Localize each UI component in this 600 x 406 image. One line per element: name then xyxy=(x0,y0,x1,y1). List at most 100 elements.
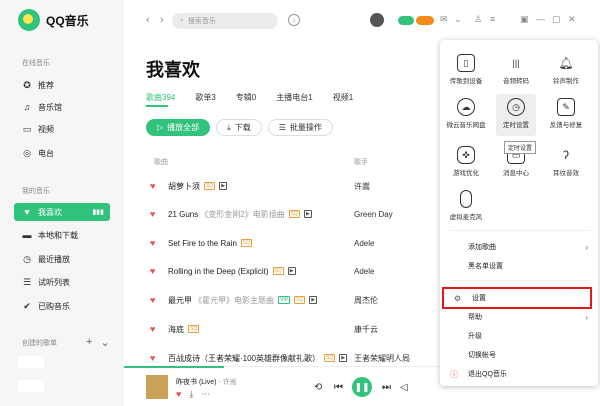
listen-recognize-icon[interactable]: ↓ xyxy=(288,14,300,26)
menu-item-feedback[interactable]: ✎ 反馈与修复 xyxy=(546,98,586,129)
pause-button[interactable]: ❚❚ xyxy=(352,377,372,397)
forward-arrow-icon[interactable]: › xyxy=(160,14,164,26)
song-artist[interactable]: 许嵩 xyxy=(354,181,370,192)
song-artist[interactable]: Green Day xyxy=(354,210,393,219)
heart-icon[interactable]: ♥ xyxy=(176,389,181,400)
minimize-icon[interactable]: — xyxy=(536,14,545,24)
song-artist[interactable]: Adele xyxy=(354,267,374,276)
song-artist[interactable]: Adele xyxy=(354,239,374,248)
maximize-icon[interactable]: ▢ xyxy=(552,14,561,25)
menu-item-exit[interactable]: ⓘ 退出QQ音乐 xyxy=(440,365,598,383)
menu-item-ringtone[interactable]: 🔔︎ 铃声制作 xyxy=(546,54,586,85)
tab-songs[interactable]: 歌曲394 xyxy=(146,92,175,103)
sidebar-item-purchased[interactable]: ✔ 已购音乐 xyxy=(14,297,110,315)
menu-item-upgrade[interactable]: 升级 xyxy=(440,327,598,345)
now-playing-artist[interactable]: 许嵩 xyxy=(223,379,237,386)
sidebar-item-trial-list[interactable]: ☰ 试听列表 xyxy=(14,273,110,291)
heart-icon[interactable]: ♥ xyxy=(150,209,160,219)
sidebar-item-liked[interactable]: ♥ 我喜欢 ▮▮▮ xyxy=(14,203,110,221)
sidebar-item-label: 我喜欢 xyxy=(38,207,62,217)
grid-item-label: 音频转码 xyxy=(503,78,529,85)
avatar[interactable] xyxy=(370,13,384,27)
playlist-placeholder[interactable] xyxy=(18,380,44,392)
next-icon[interactable]: ⏭ xyxy=(382,382,391,393)
svip-badge[interactable] xyxy=(416,16,434,25)
previous-icon[interactable]: ⏮ xyxy=(334,382,343,393)
menu-item-ear-sound[interactable]: ʔ 耳纹音效 xyxy=(546,146,586,177)
menu-divider xyxy=(450,230,590,231)
close-icon[interactable]: ✕ xyxy=(568,14,576,25)
heart-icon[interactable]: ♥ xyxy=(150,324,160,334)
mini-mode-icon[interactable]: ▣ xyxy=(520,14,529,25)
menu-item-help[interactable]: 帮助 › xyxy=(440,308,598,326)
volume-icon[interactable]: ◁ xyxy=(400,382,408,393)
add-playlist-icon[interactable]: + xyxy=(86,336,92,349)
heart-icon[interactable]: ♥ xyxy=(150,295,160,305)
menu-item-game-optimize[interactable]: ✜ 游戏优化 xyxy=(446,146,486,177)
download-button[interactable]: ⤓ 下载 xyxy=(216,119,262,136)
menu-item-transfer-to-device[interactable]: ▯ 传歌到设备 xyxy=(446,54,486,85)
mv-icon[interactable]: ▶ xyxy=(219,182,228,190)
menu-item-timer[interactable]: ◷ 定时设置 xyxy=(496,94,536,136)
more-icon[interactable]: ⋯ xyxy=(201,389,210,400)
menu-icon[interactable]: ≡ xyxy=(490,14,495,24)
sidebar-item-radio[interactable]: ◎ 电台 xyxy=(14,144,110,162)
column-header-song[interactable]: 歌曲 xyxy=(154,157,168,167)
download-icon: ⤓ xyxy=(227,122,231,132)
heart-icon[interactable]: ♥ xyxy=(150,266,160,276)
menu-item-switch-account[interactable]: 切换帐号 xyxy=(440,346,598,364)
compass-icon: ✪ xyxy=(23,79,31,90)
play-all-button[interactable]: ▷ 播放全部 xyxy=(146,119,211,136)
mv-icon[interactable]: ▶ xyxy=(287,267,296,275)
menu-item-label: 设置 xyxy=(472,295,486,302)
vip-badge[interactable] xyxy=(398,16,414,25)
sidebar-item-label: 本地和下载 xyxy=(38,230,78,240)
tab-radio[interactable]: 主播电台1 xyxy=(276,92,312,103)
tab-playlists[interactable]: 歌单3 xyxy=(195,92,215,103)
batch-operation-button[interactable]: ☰ 批量操作 xyxy=(267,119,333,136)
album-cover[interactable] xyxy=(146,375,168,399)
sidebar-item-music-hall[interactable]: ♫ 音乐馆 xyxy=(14,98,110,116)
batch-label: 批量操作 xyxy=(289,123,322,132)
mv-icon[interactable]: ▶ xyxy=(303,210,312,218)
heart-icon: ♥ xyxy=(24,207,30,217)
sidebar-item-recommend[interactable]: ✪ 推荐 xyxy=(14,76,110,94)
back-arrow-icon[interactable]: ‹ xyxy=(146,14,150,26)
sq-badge: SQ xyxy=(204,182,216,190)
mv-icon[interactable]: ▶ xyxy=(339,354,348,362)
download-icon[interactable]: ⤓ xyxy=(189,389,193,400)
phone-icon: ▯ xyxy=(457,54,475,72)
mv-icon[interactable]: ▶ xyxy=(309,296,318,304)
tab-videos[interactable]: 视频1 xyxy=(333,92,353,103)
menu-item-audio-transcode[interactable]: ||| 音频转码 xyxy=(496,54,536,85)
sidebar-item-recent[interactable]: ◷ 最近播放 xyxy=(14,250,110,268)
bell-icon: 🔔︎ xyxy=(558,56,574,70)
song-artist[interactable]: 王者荣耀明人局 xyxy=(354,353,410,364)
menu-item-cloud-music[interactable]: ☁ 微云音乐网盘 xyxy=(446,98,486,129)
heart-icon[interactable]: ♥ xyxy=(150,181,160,191)
menu-item-settings[interactable]: ⚙ 设置 xyxy=(442,287,592,309)
menu-item-virtual-mic[interactable]: 虚拟麦克风 xyxy=(446,190,486,221)
sidebar-item-video[interactable]: ▭ 视频 xyxy=(14,120,110,138)
top-bar: ‹ › ⌕ 搜索音乐 ↓ ✉ ⌄ ♙ ≡ ▣ — ▢ ✕ xyxy=(124,0,600,40)
sidebar-item-local-download[interactable]: ▬ 本地和下载 xyxy=(14,226,110,244)
song-artist[interactable]: 周杰伦 xyxy=(354,295,378,306)
search-input[interactable]: ⌕ 搜索音乐 xyxy=(172,13,278,29)
loop-icon[interactable]: ⟲ xyxy=(314,382,322,393)
mail-icon[interactable]: ✉ xyxy=(440,14,448,25)
sq-badge: SQ xyxy=(272,267,284,275)
column-header-artist[interactable]: 歌手 xyxy=(354,157,368,167)
chevron-down-icon[interactable]: ⌄ xyxy=(454,14,462,25)
song-title: Rolling in the Deep (Explicit) xyxy=(168,266,269,276)
playback-progress[interactable] xyxy=(124,366,224,368)
heart-icon[interactable]: ♥ xyxy=(150,238,160,248)
menu-item-add-songs[interactable]: 添加歌曲 › xyxy=(440,238,598,256)
skin-icon[interactable]: ♙ xyxy=(474,14,482,25)
collapse-icon[interactable]: ⌄ xyxy=(100,336,109,349)
tab-albums[interactable]: 专辑0 xyxy=(236,92,256,103)
song-artist[interactable]: 康千云 xyxy=(354,324,378,335)
now-playing-title[interactable]: 昨夜书 (Live) xyxy=(176,379,216,386)
playlist-placeholder[interactable] xyxy=(18,356,44,368)
heart-icon[interactable]: ♥ xyxy=(150,353,160,363)
menu-item-blacklist[interactable]: 黑名单设置 xyxy=(440,257,598,275)
